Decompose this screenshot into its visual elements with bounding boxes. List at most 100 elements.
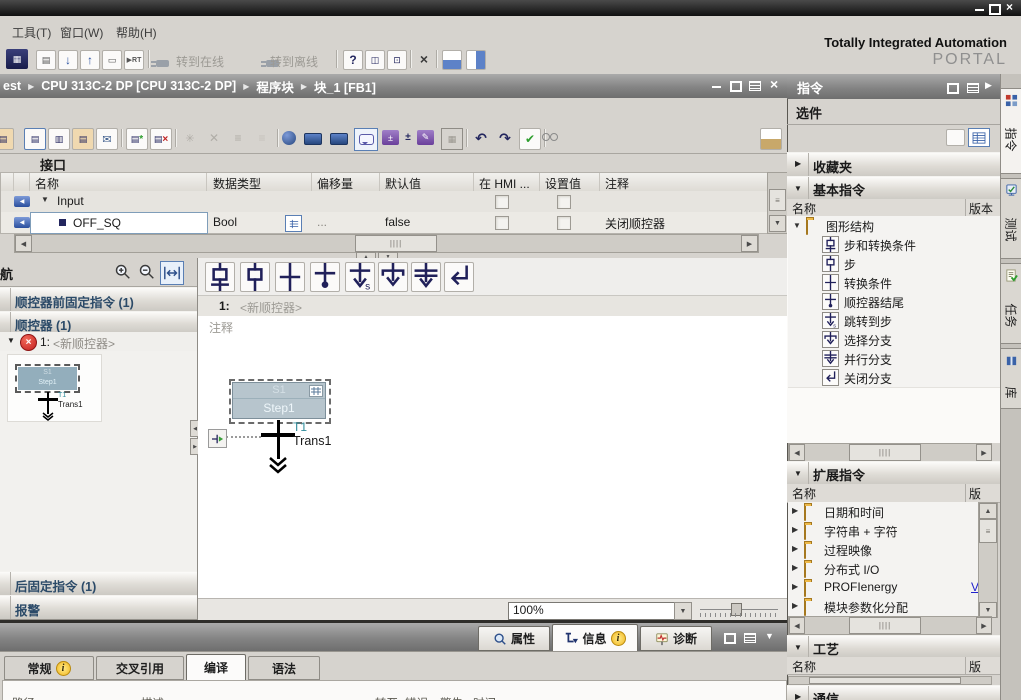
tree-folder-distributed-io[interactable]: 分布式 I/O bbox=[788, 559, 978, 579]
section-technology[interactable]: 工艺 bbox=[787, 635, 1000, 659]
hscroll-right-icon[interactable] bbox=[741, 235, 758, 252]
hscroll-left-icon[interactable] bbox=[789, 617, 805, 634]
float-window-icon[interactable] bbox=[946, 129, 965, 146]
panel-menu-icon[interactable] bbox=[967, 83, 979, 93]
download-to-device-button[interactable] bbox=[58, 50, 78, 70]
favorites-button[interactable]: ▦ bbox=[441, 128, 463, 150]
menu-window[interactable]: 窗口(W) bbox=[60, 24, 103, 41]
row-offsq-default[interactable]: false bbox=[385, 215, 410, 229]
vscroll-up-icon[interactable] bbox=[979, 503, 997, 519]
sequence-end-icon[interactable] bbox=[310, 262, 340, 292]
close-branch-icon[interactable] bbox=[444, 262, 474, 292]
tree-item-step[interactable]: 步 bbox=[788, 254, 1000, 274]
inspector-collapse-icon[interactable] bbox=[765, 631, 774, 641]
basic-col-name[interactable]: 名称 bbox=[792, 200, 816, 217]
tree-item-close-branch[interactable]: 关闭分支 bbox=[788, 368, 1000, 388]
folder-expand-icon[interactable] bbox=[792, 582, 798, 591]
hscroll-thumb[interactable]: |||| bbox=[849, 444, 921, 461]
fit-to-window-icon[interactable] bbox=[160, 261, 184, 285]
row-input-name[interactable]: Input bbox=[57, 194, 84, 208]
sequence-name[interactable]: <新顺控器> bbox=[240, 299, 302, 316]
save-project-button[interactable]: ▤ bbox=[36, 50, 56, 70]
inspector-menu-icon[interactable] bbox=[744, 633, 756, 643]
section-basic-instructions[interactable]: 基本指令 bbox=[787, 176, 1000, 201]
expand-icon[interactable] bbox=[7, 336, 15, 345]
monitor-dropdown-icon[interactable]: ± bbox=[403, 130, 413, 145]
breadcrumb-segment[interactable]: CPU 313C-2 DP [CPU 313C-2 DP] bbox=[41, 79, 236, 93]
nav-section-sequencers[interactable]: 顺控器 (1) bbox=[0, 311, 197, 334]
basic-col-version[interactable]: 版本 bbox=[969, 200, 993, 217]
favorites-expand-icon[interactable] bbox=[795, 159, 801, 168]
alternative-branch-icon[interactable] bbox=[378, 262, 408, 292]
split-vertical-button[interactable] bbox=[466, 50, 486, 70]
table-view-icon[interactable] bbox=[968, 128, 990, 147]
side-tab-libraries[interactable]: 库 bbox=[1001, 348, 1021, 409]
communication-expand-icon[interactable] bbox=[795, 692, 801, 700]
technology-col-name[interactable]: 名称 bbox=[792, 658, 816, 675]
vscroll-thumb[interactable] bbox=[979, 519, 997, 543]
tree-item-alternative-branch[interactable]: 选择分支 bbox=[788, 330, 1000, 350]
transition-condition-icon[interactable] bbox=[275, 262, 305, 292]
section-extended-instructions[interactable]: 扩展指令 bbox=[787, 461, 1000, 486]
open-all-networks-button[interactable]: ✳ bbox=[180, 128, 200, 148]
inspector-restore-icon[interactable] bbox=[724, 633, 736, 644]
table-row[interactable]: OFF_SQ Bool ... false 关闭顺控器 bbox=[1, 212, 768, 233]
table-row[interactable]: Input bbox=[1, 191, 768, 213]
absolute-symbolic-toggle[interactable] bbox=[282, 131, 296, 145]
hscroll-thumb[interactable]: |||| bbox=[355, 235, 437, 252]
go-online-button[interactable]: 转到在线 bbox=[176, 53, 224, 70]
side-tab-testing[interactable]: 测试 bbox=[1001, 178, 1021, 259]
side-tab-instructions[interactable]: 指令 bbox=[1001, 88, 1021, 174]
jump-to-step-icon[interactable]: s bbox=[345, 262, 375, 292]
setpoint-checkbox[interactable] bbox=[557, 195, 571, 209]
tree-folder-module-parameterization[interactable]: 模块参数化分配 bbox=[788, 597, 978, 617]
hscroll-left-icon[interactable] bbox=[15, 235, 32, 252]
comments-toggle-button[interactable] bbox=[354, 128, 378, 151]
nav-section-alarms[interactable]: 报警 bbox=[0, 595, 197, 620]
menu-help[interactable]: 帮助(H) bbox=[116, 24, 157, 41]
hmi-checkbox[interactable] bbox=[495, 195, 509, 209]
sequencer-thumbnail[interactable]: S1 Step1 T1 Trans1 bbox=[7, 354, 102, 422]
extended-collapse-icon[interactable] bbox=[794, 469, 802, 478]
folder-expand-icon[interactable] bbox=[792, 506, 798, 515]
col-comment[interactable]: 注释 bbox=[605, 175, 629, 192]
row-offsq-type[interactable]: Bool bbox=[213, 215, 237, 229]
col-default[interactable]: 默认值 bbox=[385, 175, 421, 192]
tree-folder-string-char[interactable]: 字符串 + 字符 bbox=[788, 521, 978, 541]
tree-item-sequence-end[interactable]: 顺控器结尾 bbox=[788, 292, 1000, 312]
breadcrumb-segment[interactable]: 块_1 [FB1] bbox=[314, 77, 376, 96]
step-icon[interactable] bbox=[240, 262, 270, 292]
nav-sequencer-item[interactable]: 1: <新顺控器> bbox=[0, 332, 197, 351]
datatype-selector-icon[interactable] bbox=[285, 215, 302, 232]
table-hscrollbar[interactable]: |||| bbox=[14, 234, 759, 253]
table-vscroll-thumb[interactable] bbox=[769, 189, 786, 211]
editor-minimize-icon[interactable] bbox=[712, 86, 721, 88]
transition-name[interactable]: Trans1 bbox=[293, 434, 331, 448]
close-editor-button[interactable] bbox=[416, 50, 432, 68]
zoom-combobox[interactable]: 100% bbox=[508, 602, 676, 620]
editor-layout-icon[interactable] bbox=[760, 128, 782, 150]
extended-col-version[interactable]: 版 bbox=[969, 485, 981, 502]
window-restore-icon[interactable] bbox=[989, 4, 1001, 15]
hscroll-left-icon[interactable] bbox=[789, 444, 805, 461]
hscroll-right-icon[interactable] bbox=[976, 444, 992, 461]
network-title-on-button[interactable] bbox=[304, 133, 322, 145]
row-offsq-offset[interactable]: ... bbox=[317, 215, 327, 229]
window-split-icon[interactable]: ◫ bbox=[365, 50, 385, 70]
tree-item-step-and-transition[interactable]: 步和转换条件 bbox=[788, 235, 1000, 255]
technology-collapse-icon[interactable] bbox=[794, 643, 802, 652]
editor-menu-icon[interactable] bbox=[749, 81, 761, 91]
split-horizontal-button[interactable] bbox=[442, 50, 462, 70]
undo-button[interactable] bbox=[471, 128, 491, 148]
project-tree-icon[interactable]: ▦ bbox=[6, 49, 28, 69]
step-and-transition-icon[interactable] bbox=[205, 262, 235, 292]
row-offsq-comment[interactable]: 关闭顺控器 bbox=[605, 215, 665, 232]
nav-section-post-fixed[interactable]: 后固定指令 (1) bbox=[0, 571, 197, 596]
nav-section-pre-fixed[interactable]: 顺控器前固定指令 (1) bbox=[0, 287, 197, 312]
redo-button[interactable] bbox=[495, 128, 515, 148]
collapse-icon[interactable] bbox=[41, 195, 49, 204]
folder-expand-icon[interactable] bbox=[792, 601, 798, 610]
monitor-value-button[interactable]: ± bbox=[382, 130, 399, 145]
section-favorites[interactable]: 收藏夹 bbox=[787, 152, 1000, 178]
col-name[interactable]: 名称 bbox=[35, 175, 59, 192]
